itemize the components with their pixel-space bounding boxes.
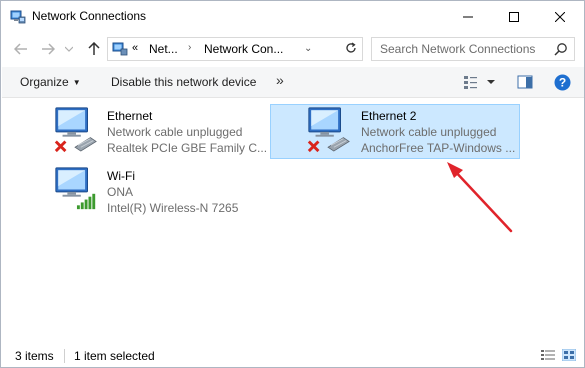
organize-label: Organize (20, 75, 69, 89)
ethernet-adapter-icon (54, 107, 97, 153)
connection-device: AnchorFree TAP-Windows ... (361, 141, 516, 155)
title-bar: Network Connections (1, 1, 584, 33)
connection-item-ethernet[interactable]: Ethernet Network cable unplugged Realtek… (51, 105, 300, 161)
recent-locations-button[interactable] (63, 40, 75, 58)
connection-name: Ethernet 2 (361, 109, 417, 123)
connection-item-ethernet-2[interactable]: Ethernet 2 Network cable unplugged Ancho… (270, 104, 520, 159)
connection-name: Wi-Fi (107, 169, 135, 183)
organize-button[interactable]: Organize ▼ (20, 75, 81, 89)
connection-device: Intel(R) Wireless-N 7265 (107, 201, 239, 215)
search-box[interactable]: Search Network Connections (371, 37, 575, 61)
connection-status: Network cable unplugged (361, 125, 497, 139)
preview-pane-icon[interactable] (517, 74, 533, 90)
minimize-button[interactable] (445, 1, 491, 32)
view-options-chevron-icon[interactable] (486, 74, 496, 90)
maximize-button[interactable] (491, 1, 537, 32)
minimize-icon (463, 16, 473, 17)
forward-arrow-icon (42, 43, 55, 55)
help-icon[interactable]: ? (554, 74, 571, 91)
annotation-arrow (447, 162, 513, 233)
search-placeholder: Search Network Connections (380, 42, 536, 56)
status-divider (64, 349, 65, 363)
details-view-icon[interactable] (541, 349, 555, 361)
explorer-window: Network Connections « Net... › Network C… (0, 0, 585, 368)
dropdown-arrow-icon: ▼ (72, 78, 81, 87)
change-view-icon[interactable] (463, 74, 479, 90)
connection-item-wifi[interactable]: Wi-Fi ONA Intel(R) Wireless-N 7265 (51, 165, 300, 221)
more-commands-button[interactable]: » (276, 72, 284, 88)
network-connections-icon (10, 10, 26, 24)
back-button[interactable] (12, 40, 30, 58)
connection-name: Ethernet (107, 109, 153, 123)
up-arrow-icon (88, 42, 100, 55)
breadcrumb-separator-icon[interactable]: › (188, 42, 191, 53)
control-panel-icon (112, 42, 128, 56)
status-bar: 3 items 1 item selected (1, 343, 584, 367)
back-arrow-icon (14, 43, 27, 55)
chevron-down-icon (65, 46, 73, 52)
up-button[interactable] (85, 40, 103, 58)
address-bar[interactable]: « Net... › Network Con... ⌄ (107, 37, 363, 61)
search-icon[interactable] (554, 42, 568, 56)
close-icon (555, 11, 565, 22)
selection-count: 1 item selected (74, 349, 155, 363)
connection-status: Network cable unplugged (107, 125, 243, 139)
wifi-adapter-icon (55, 167, 96, 210)
connection-status: ONA (107, 185, 134, 199)
close-button[interactable] (537, 1, 583, 32)
breadcrumb-network-connections[interactable]: Network Con... (204, 42, 283, 56)
connection-device: Realtek PCIe GBE Family C... (107, 141, 268, 155)
item-count: 3 items (15, 349, 54, 363)
disable-device-button[interactable]: Disable this network device (111, 75, 256, 89)
svg-text:?: ? (559, 76, 566, 90)
address-dropdown-icon[interactable]: ⌄ (304, 43, 312, 54)
command-bar: Organize ▼ Disable this network device » … (2, 67, 584, 98)
refresh-icon (346, 42, 356, 53)
ethernet-adapter-icon (307, 107, 350, 153)
tiles-view-icon[interactable] (562, 349, 576, 361)
window-title: Network Connections (32, 9, 147, 23)
refresh-button[interactable] (341, 37, 361, 59)
maximize-icon (509, 11, 519, 22)
forward-button[interactable] (39, 40, 57, 58)
breadcrumb-network[interactable]: Net... (149, 42, 178, 56)
breadcrumb-overflow[interactable]: « (132, 42, 138, 54)
